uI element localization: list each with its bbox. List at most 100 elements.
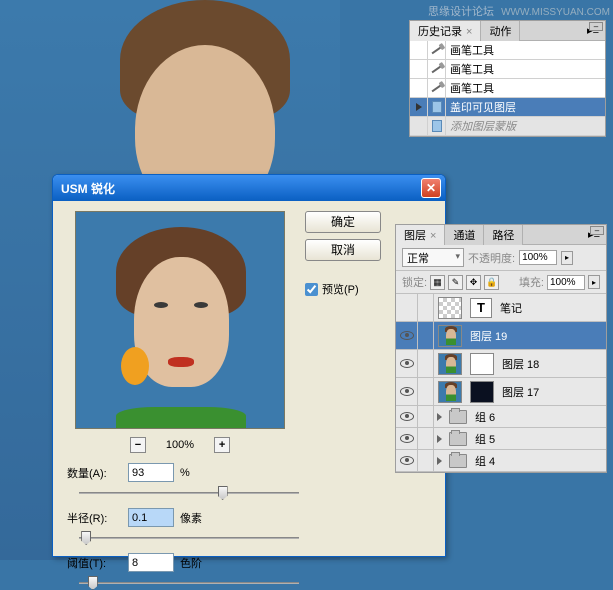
zoom-level: 100% xyxy=(166,439,194,451)
layers-panel-tabs: 图层× 通道 路径 ▸≡ xyxy=(396,225,606,245)
eye-icon xyxy=(400,387,414,396)
link-column[interactable] xyxy=(418,378,434,405)
dialog-close-button[interactable]: ✕ xyxy=(421,178,441,198)
close-icon[interactable]: × xyxy=(430,230,436,242)
threshold-input[interactable] xyxy=(128,553,174,572)
doc-icon xyxy=(432,101,442,113)
history-item[interactable]: 盖印可见图层 xyxy=(410,98,605,117)
fill-flyout-icon[interactable]: ▸ xyxy=(588,275,600,289)
layer-row[interactable]: 图层 17 xyxy=(396,378,606,406)
tab-actions[interactable]: 动作 xyxy=(481,21,520,41)
expand-arrow-icon[interactable] xyxy=(437,457,442,465)
cancel-button[interactable]: 取消 xyxy=(305,239,381,261)
radius-label: 半径(R): xyxy=(67,510,122,526)
layer-mask-thumbnail[interactable] xyxy=(470,353,494,375)
layer-name[interactable]: 图层 17 xyxy=(498,384,539,400)
threshold-unit: 色阶 xyxy=(180,555,202,571)
layer-row[interactable]: 图层 19 xyxy=(396,322,606,350)
tab-channels[interactable]: 通道 xyxy=(445,225,484,245)
layers-panel: – 图层× 通道 路径 ▸≡ 正常 不透明度: 100% ▸ 锁定: ▦ ✎ ✥… xyxy=(395,224,607,473)
link-column[interactable] xyxy=(418,406,434,427)
amount-input[interactable] xyxy=(128,463,174,482)
radius-unit: 像素 xyxy=(180,510,202,526)
layer-thumbnail[interactable] xyxy=(438,325,462,347)
eye-icon xyxy=(400,434,414,443)
layer-mask-thumbnail[interactable] xyxy=(470,381,494,403)
zoom-out-button[interactable]: − xyxy=(130,437,146,453)
history-panel: – 历史记录× 动作 ▸≡ 画笔工具 画笔工具 画笔工具 盖印可见图层 添加图层… xyxy=(409,20,606,137)
blend-mode-dropdown[interactable]: 正常 xyxy=(402,248,464,267)
layer-thumbnail[interactable] xyxy=(438,297,462,319)
layers-minimize-button[interactable]: – xyxy=(590,226,604,235)
dialog-titlebar[interactable]: USM 锐化 ✕ xyxy=(53,175,445,201)
visibility-toggle[interactable] xyxy=(396,350,418,377)
history-item-label: 画笔工具 xyxy=(446,61,494,77)
history-item-label: 添加图层蒙版 xyxy=(446,118,516,134)
visibility-toggle[interactable] xyxy=(396,450,418,471)
lock-position-icon[interactable]: ✥ xyxy=(466,275,481,290)
preview-checkbox[interactable] xyxy=(305,283,318,296)
link-column[interactable] xyxy=(418,322,434,349)
brush-icon xyxy=(431,84,442,93)
layer-name[interactable]: 图层 19 xyxy=(466,328,507,344)
layer-row[interactable]: 组 4 xyxy=(396,450,606,472)
layer-row[interactable]: 图层 18 xyxy=(396,350,606,378)
preview-image[interactable] xyxy=(75,211,285,429)
watermark: 思缘设计论坛 WWW.MISSYUAN.COM xyxy=(428,3,610,19)
lock-pixels-icon[interactable]: ✎ xyxy=(448,275,463,290)
folder-icon xyxy=(449,410,467,424)
layer-name[interactable]: 组 6 xyxy=(471,409,495,425)
opacity-flyout-icon[interactable]: ▸ xyxy=(561,251,573,265)
layer-thumbnail[interactable] xyxy=(438,353,462,375)
close-icon[interactable]: × xyxy=(466,26,472,38)
threshold-slider[interactable] xyxy=(79,576,299,590)
visibility-toggle[interactable] xyxy=(396,378,418,405)
layer-row[interactable]: 组 6 xyxy=(396,406,606,428)
doc-icon xyxy=(432,120,442,132)
eye-icon xyxy=(400,456,414,465)
tab-paths[interactable]: 路径 xyxy=(484,225,523,245)
opacity-field[interactable]: 100% xyxy=(519,250,557,265)
link-column[interactable] xyxy=(418,350,434,377)
layer-name[interactable]: 组 5 xyxy=(471,431,495,447)
opacity-label: 不透明度: xyxy=(468,250,515,266)
visibility-toggle[interactable] xyxy=(396,406,418,427)
radius-slider[interactable] xyxy=(79,531,299,545)
tab-history[interactable]: 历史记录× xyxy=(410,21,481,41)
layer-name[interactable]: 笔记 xyxy=(496,300,522,316)
layer-name[interactable]: 图层 18 xyxy=(498,356,539,372)
panel-minimize-button[interactable]: – xyxy=(589,22,603,31)
history-pointer-icon xyxy=(416,103,422,111)
radius-input[interactable] xyxy=(128,508,174,527)
expand-arrow-icon[interactable] xyxy=(437,435,442,443)
layer-row[interactable]: 组 5 xyxy=(396,428,606,450)
ok-button[interactable]: 确定 xyxy=(305,211,381,233)
visibility-toggle[interactable] xyxy=(396,428,418,449)
tab-layers[interactable]: 图层× xyxy=(396,225,445,245)
expand-arrow-icon[interactable] xyxy=(437,413,442,421)
fill-field[interactable]: 100% xyxy=(547,275,585,290)
fill-label: 填充: xyxy=(519,274,544,290)
visibility-toggle[interactable] xyxy=(396,322,418,349)
layer-row[interactable]: T 笔记 xyxy=(396,294,606,322)
layer-name[interactable]: 组 4 xyxy=(471,453,495,469)
link-column[interactable] xyxy=(418,450,434,471)
history-item[interactable]: 画笔工具 xyxy=(410,79,605,98)
link-column[interactable] xyxy=(418,294,434,321)
layer-thumbnail[interactable] xyxy=(438,381,462,403)
link-column[interactable] xyxy=(418,428,434,449)
history-item[interactable]: 添加图层蒙版 xyxy=(410,117,605,136)
brush-icon xyxy=(431,65,442,74)
folder-icon xyxy=(449,432,467,446)
eye-icon xyxy=(400,331,414,340)
watermark-link[interactable]: WWW.MISSYUAN.COM xyxy=(501,7,610,18)
amount-slider[interactable] xyxy=(79,486,299,500)
history-item[interactable]: 画笔工具 xyxy=(410,60,605,79)
lock-transparent-icon[interactable]: ▦ xyxy=(430,275,445,290)
eye-icon xyxy=(400,412,414,421)
visibility-toggle[interactable] xyxy=(396,294,418,321)
preview-checkbox-label[interactable]: 预览(P) xyxy=(305,281,381,297)
lock-all-icon[interactable]: 🔒 xyxy=(484,275,499,290)
zoom-in-button[interactable]: + xyxy=(214,437,230,453)
history-item[interactable]: 画笔工具 xyxy=(410,41,605,60)
